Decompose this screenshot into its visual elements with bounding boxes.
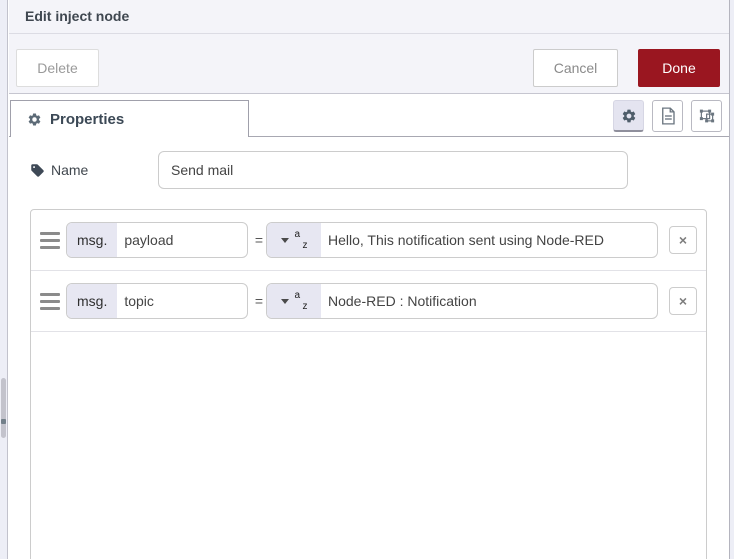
chevron-down-icon bbox=[280, 237, 289, 243]
tag-icon bbox=[30, 163, 45, 178]
property-name-input[interactable] bbox=[117, 223, 247, 257]
done-button[interactable]: Done bbox=[638, 49, 720, 87]
document-icon bbox=[660, 107, 676, 125]
name-row: Name bbox=[9, 151, 730, 189]
property-row-payload: msg. = a z × bbox=[31, 210, 706, 271]
property-value-input[interactable] bbox=[321, 284, 657, 318]
remove-row-button[interactable]: × bbox=[669, 287, 697, 315]
cancel-button[interactable]: Cancel bbox=[533, 49, 618, 87]
description-button[interactable] bbox=[652, 100, 683, 132]
editor-left-strip bbox=[0, 0, 8, 559]
string-type-icon: a z bbox=[294, 229, 308, 251]
delete-button[interactable]: Delete bbox=[16, 49, 99, 87]
appearance-button[interactable] bbox=[691, 100, 722, 132]
property-value-field: a z bbox=[266, 222, 658, 258]
editor-right-strip bbox=[729, 0, 734, 559]
close-icon: × bbox=[678, 293, 688, 309]
gear-icon bbox=[621, 108, 637, 124]
tab-properties[interactable]: Properties bbox=[10, 100, 249, 137]
remove-row-button[interactable]: × bbox=[669, 226, 697, 254]
equals-sign: = bbox=[254, 232, 264, 248]
type-select-button[interactable]: a z bbox=[267, 284, 321, 318]
tab-bar: Properties bbox=[9, 94, 730, 138]
property-value-input[interactable] bbox=[321, 223, 657, 257]
name-input[interactable] bbox=[158, 151, 628, 189]
properties-view-button[interactable] bbox=[613, 100, 644, 132]
equals-sign: = bbox=[254, 293, 264, 309]
name-label: Name bbox=[30, 151, 88, 189]
chevron-down-icon bbox=[280, 298, 289, 304]
msg-prefix-label: msg. bbox=[67, 284, 118, 318]
dialog-toolbar: Delete Cancel Done bbox=[9, 34, 730, 94]
close-icon: × bbox=[678, 232, 688, 248]
msg-prefix-label: msg. bbox=[67, 223, 118, 257]
dialog-header: Edit inject node bbox=[9, 0, 730, 34]
tab-properties-label: Properties bbox=[50, 110, 125, 128]
scrollbar-thumb[interactable] bbox=[1, 378, 6, 438]
selection-frame-icon bbox=[698, 107, 716, 125]
scrollbar-marker bbox=[1, 419, 6, 424]
gear-icon bbox=[27, 112, 42, 127]
property-key-field[interactable]: msg. bbox=[66, 283, 248, 319]
property-row-topic: msg. = a z × bbox=[31, 271, 706, 332]
property-name-input[interactable] bbox=[117, 284, 247, 318]
properties-panel: Name msg. = a z bbox=[9, 138, 730, 559]
dialog-title: Edit inject node bbox=[25, 8, 130, 24]
type-select-button[interactable]: a z bbox=[267, 223, 321, 257]
drag-handle-icon[interactable] bbox=[40, 232, 60, 249]
edit-inject-node-dialog: Edit inject node Delete Cancel Done Prop… bbox=[9, 0, 730, 559]
drag-handle-icon[interactable] bbox=[40, 293, 60, 310]
property-value-field: a z bbox=[266, 283, 658, 319]
property-key-field[interactable]: msg. bbox=[66, 222, 248, 258]
message-properties-list: msg. = a z × bbox=[30, 209, 707, 559]
string-type-icon: a z bbox=[294, 290, 308, 312]
